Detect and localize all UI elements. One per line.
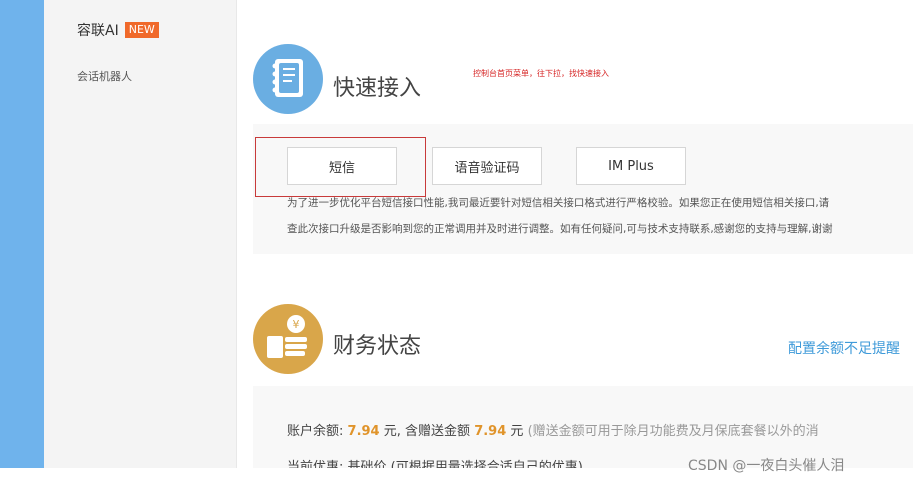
gift-note: (赠送金额可用于除月功能费及月保底套餐以外的消 <box>527 424 819 439</box>
gift-value: 7.94 <box>474 424 507 439</box>
gift-label: 含赠送金额 <box>405 424 471 439</box>
sidebar-section-title[interactable]: 容联AI NEW <box>77 20 159 40</box>
balance-unit: 元, <box>383 424 401 439</box>
balance-value: 7.94 <box>347 424 380 439</box>
notice-line-2: 查此次接口升级是否影响到您的正常调用并及时进行调整。如有任何疑问,可与技术支持联… <box>287 223 833 235</box>
notice-line-1: 为了进一步优化平台短信接口性能,我司最近要针对短信相关接口格式进行严格校验。如果… <box>287 197 830 209</box>
new-badge: NEW <box>124 22 159 38</box>
csdn-watermark: CSDN @一夜白头催人泪 <box>688 458 845 474</box>
im-plus-button[interactable]: IM Plus <box>576 147 686 185</box>
sidebar-title-label: 容联AI <box>77 23 119 39</box>
annotation-note: 控制台首页菜单，往下拉，找快速接入 <box>473 69 609 78</box>
main-content: 快速接入 控制台首页菜单，往下拉，找快速接入 短信 语音验证码 IM Plus … <box>237 0 913 468</box>
money-icon: ¥ <box>253 304 323 374</box>
low-balance-alert-link[interactable]: 配置余额不足提醒 <box>788 338 900 358</box>
sidebar-item-chatbot[interactable]: 会话机器人 <box>77 68 132 84</box>
left-nav-strip <box>0 0 44 468</box>
gift-unit: 元 <box>510 424 524 439</box>
balance-label: 账户余额: <box>287 424 344 439</box>
svg-text:¥: ¥ <box>293 318 300 331</box>
sidebar: 容联AI NEW 会话机器人 <box>44 0 237 468</box>
notice-text: 为了进一步优化平台短信接口性能,我司最近要针对短信相关接口格式进行严格校验。如果… <box>287 190 833 242</box>
balance-row: 账户余额: 7.94 元, 含赠送金额 7.94 元 (赠送金额可用于除月功能费… <box>287 420 819 439</box>
notebook-icon <box>253 44 323 114</box>
quick-access-title: 快速接入 <box>333 76 422 101</box>
voice-code-button[interactable]: 语音验证码 <box>432 147 542 185</box>
highlight-box <box>255 137 426 197</box>
finance-title: 财务状态 <box>333 334 422 359</box>
discount-row: 当前优惠: 基础价 (可根据用量选择合适自己的优惠) <box>287 460 583 468</box>
